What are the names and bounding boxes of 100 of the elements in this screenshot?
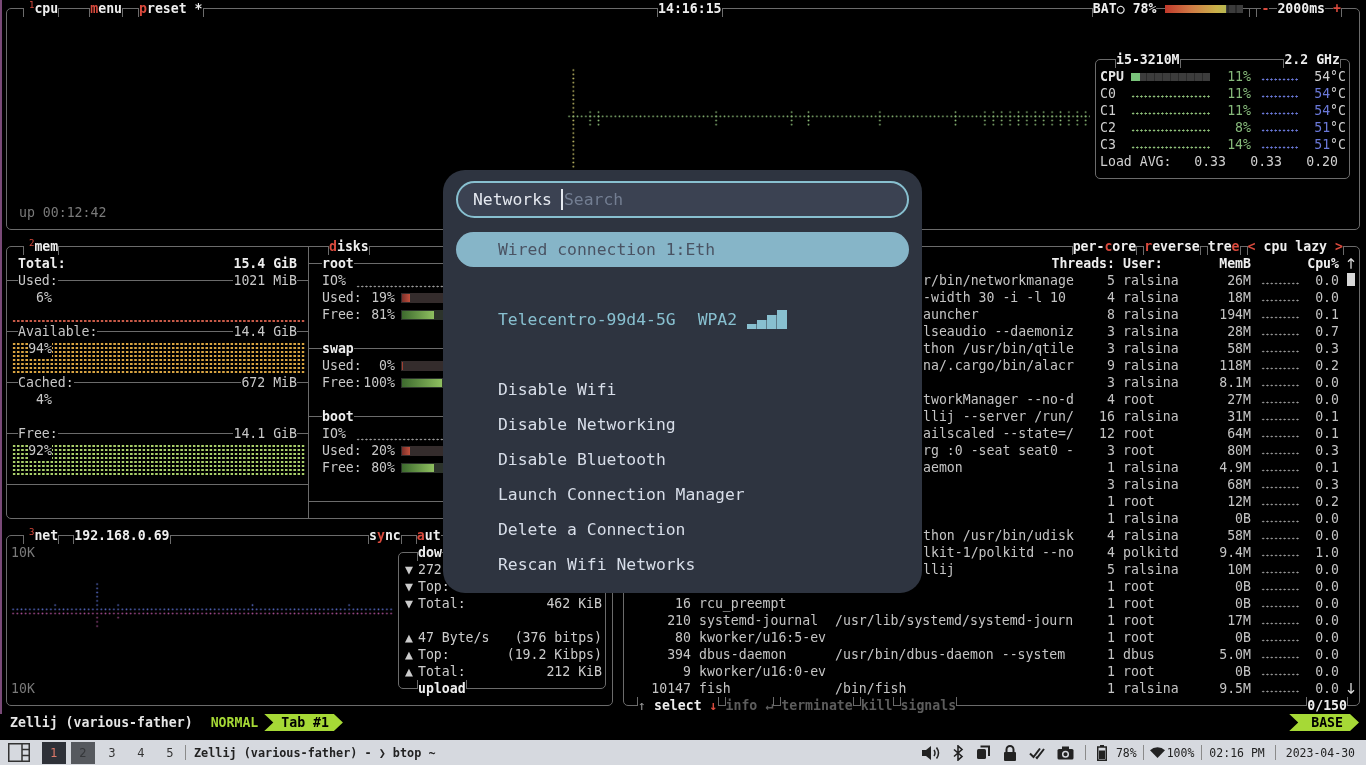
menu-item[interactable]: Delete a Connection	[456, 512, 909, 547]
workspace-button[interactable]: 4	[129, 741, 153, 764]
disk-usage-meter	[401, 377, 443, 388]
menu-item[interactable]: Launch Connection Manager	[456, 477, 909, 512]
menu-item[interactable]: Disable Bluetooth	[456, 442, 909, 477]
workspace-button[interactable]: 5	[158, 741, 182, 764]
column-header: Threads:	[1051, 255, 1115, 272]
cpu-usage: 0.0	[1315, 612, 1339, 629]
lock-icon[interactable]	[1002, 744, 1017, 761]
thread-count: 9	[1107, 357, 1115, 374]
process-command: thon /usr/bin/qtile	[923, 340, 1074, 357]
memory-value: 672 MiB	[241, 374, 297, 391]
cpu-sparkline	[1261, 282, 1300, 285]
memory-usage: 80M	[1227, 442, 1251, 459]
menu-item[interactable]: Disable Wifi	[456, 372, 909, 407]
temperature-graph	[1261, 129, 1299, 132]
memory-usage: 9.4M	[1219, 544, 1251, 561]
bluetooth-icon[interactable]	[952, 744, 964, 761]
process-user: root	[1123, 578, 1155, 595]
layout-icon[interactable]	[8, 743, 30, 762]
disk-percent: 100%	[363, 374, 395, 391]
cpu-sparkline	[1261, 384, 1300, 387]
memory-usage: 0B	[1235, 510, 1251, 527]
disk-percent: 81%	[371, 306, 395, 323]
cpu-usage: 0.1	[1315, 459, 1339, 476]
process-user: ralsina	[1123, 510, 1179, 527]
load-average: 0.33	[1250, 153, 1282, 170]
load-average: 0.20	[1306, 153, 1338, 170]
memory-usage: 4.9M	[1219, 459, 1251, 476]
sort-label: cpu lazy	[1263, 239, 1328, 254]
disk-percent: 20%	[371, 442, 395, 459]
cpu-label: C2	[1100, 119, 1116, 136]
process-user: root	[1123, 425, 1155, 442]
process-command: ailscaled --state=/	[923, 425, 1074, 442]
box-number: 3	[24, 527, 35, 537]
column-header: MemB	[1219, 255, 1251, 272]
process-user: root	[1123, 629, 1155, 646]
memory-usage: 27M	[1227, 391, 1251, 408]
battery-percent: 78%	[1115, 745, 1137, 760]
search-field[interactable]: Networks Search	[456, 181, 909, 218]
cpu-sparkline	[1261, 639, 1300, 642]
search-input[interactable]: Search	[563, 189, 891, 210]
thread-count: 5	[1107, 561, 1115, 578]
memory-label: Total:	[18, 255, 66, 272]
workspace-button[interactable]: 3	[100, 741, 124, 764]
stat-value: (376 bitps)	[514, 629, 602, 646]
cpu-usage: 0.1	[1315, 408, 1339, 425]
copy-icon[interactable]	[975, 745, 991, 760]
process-user: ralsina	[1123, 357, 1179, 374]
battery-icon[interactable]	[1096, 744, 1107, 761]
menu-item[interactable]: Telecentro-99d4-5G WPA2	[456, 302, 909, 337]
process-command: r/bin/networkmanage	[923, 272, 1074, 289]
stat-label: Top:	[417, 578, 450, 595]
process-user: ralsina	[1123, 374, 1179, 391]
triangle-up-icon: ▲	[405, 646, 413, 663]
scroll-down-icon[interactable]	[1347, 683, 1355, 694]
memory-value: 15.4 GiB	[233, 255, 297, 272]
memory-usage: 0B	[1235, 578, 1251, 595]
memory-usage: 64M	[1227, 425, 1251, 442]
disk-percent: 19%	[371, 289, 395, 306]
disk-name: boot	[322, 408, 354, 425]
stat-label: Total:	[417, 595, 466, 612]
workspace-button[interactable]: 1	[42, 741, 66, 764]
stat-label: 272	[417, 561, 442, 578]
menu-item[interactable]: Disable Networking	[456, 407, 909, 442]
process-user: root	[1123, 663, 1155, 680]
double-check-icon[interactable]	[1028, 745, 1045, 760]
tab[interactable]: Tab #1	[264, 714, 343, 731]
cpu-sparkline	[1261, 588, 1300, 591]
cpu-label: C0	[1100, 85, 1116, 102]
cpu-label: C1	[1100, 102, 1116, 119]
process-count: 0/150	[1307, 697, 1347, 714]
temperature-graph	[1261, 112, 1299, 115]
process-user: ralsina	[1123, 306, 1179, 323]
process-name: dbus-daemon	[699, 646, 787, 663]
cpu-temperature: 54°C	[1314, 85, 1346, 102]
cpu-usage: 0.0	[1315, 527, 1339, 544]
thread-count: 4	[1107, 544, 1115, 561]
cpu-usage: 0.0	[1315, 595, 1339, 612]
triangle-up-icon: ▲	[405, 663, 413, 680]
memory-usage: 12M	[1227, 493, 1251, 510]
scrollbar-thumb[interactable]	[1347, 273, 1355, 286]
cpu-sparkline	[1261, 537, 1300, 540]
cpu-label: CPU	[1100, 68, 1124, 85]
process-id: 80	[675, 629, 691, 646]
menu-item[interactable]: Rescan Wifi Networks	[456, 547, 909, 582]
wifi-icon[interactable]	[1149, 747, 1165, 758]
speaker-icon[interactable]	[920, 744, 941, 761]
thread-count: 1	[1107, 493, 1115, 510]
process-command: -width 30 -i -l 10	[923, 289, 1066, 306]
disk-label: Free:	[322, 306, 362, 323]
camera-icon[interactable]	[1056, 745, 1074, 760]
thread-count: 3	[1107, 476, 1115, 493]
hotkey-button[interactable]: preset *	[139, 0, 203, 17]
process-user: root	[1123, 442, 1155, 459]
swap-layout-indicator[interactable]: BASE	[1289, 714, 1359, 731]
cpu-sparkline	[1261, 316, 1300, 319]
load-average: 0.33	[1194, 153, 1226, 170]
scroll-up-icon[interactable]	[1347, 258, 1355, 269]
process-user: ralsina	[1123, 289, 1179, 306]
